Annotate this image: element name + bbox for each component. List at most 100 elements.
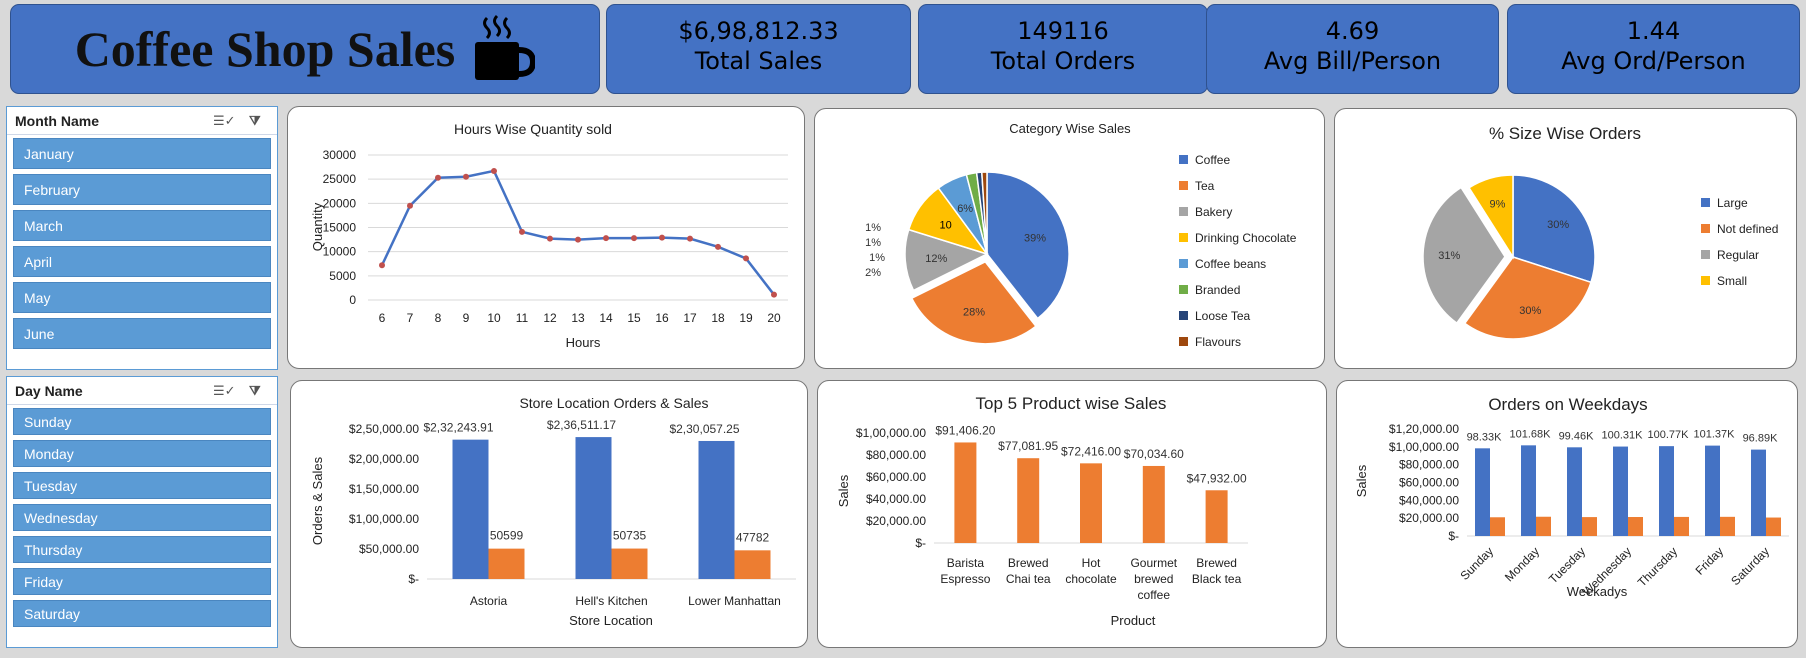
slicer-item-month[interactable]: June <box>13 318 271 349</box>
hours-line-chart: Hours Wise Quantity sold 0 5000 10000 15000 2… <box>310 121 788 350</box>
y-tick-label: $60,000.00 <box>866 470 926 484</box>
data-point <box>715 243 721 250</box>
slicer-item-day[interactable]: Monday <box>13 440 271 467</box>
bar <box>1705 445 1720 536</box>
pie-data-label: 12% <box>925 253 947 265</box>
slicer-item-month[interactable]: February <box>13 174 271 205</box>
chart-title: Hours Wise Quantity sold <box>454 121 612 137</box>
x-tick-label: 8 <box>435 311 442 325</box>
hours-chart-panel: Hours Wise Quantity sold 0 5000 10000 15000 2… <box>287 106 805 369</box>
slicer-title: Month Name <box>15 112 99 129</box>
slicer-item-month[interactable]: January <box>13 138 271 169</box>
bar-data-label: 100.31K <box>1602 430 1644 442</box>
x-tick-label: 7 <box>407 311 414 325</box>
bar-data-label: 101.37K <box>1694 429 1736 441</box>
legend-label: Small <box>1717 274 1747 288</box>
legend-label: Regular <box>1717 248 1759 262</box>
bar-data-label: 96.89K <box>1743 433 1779 445</box>
slicer-item-day[interactable]: Friday <box>13 568 271 595</box>
multi-select-icon[interactable]: ☰✓ <box>213 113 236 129</box>
data-point <box>687 235 693 242</box>
y-tick-label: 0 <box>349 293 356 307</box>
data-point <box>519 228 525 235</box>
slicer-item-day[interactable]: Thursday <box>13 536 271 563</box>
y-tick-label: $20,000.00 <box>866 514 926 528</box>
x-tick-label: Hell's Kitchen <box>575 594 647 608</box>
slicer-item-month[interactable]: April <box>13 246 271 277</box>
pie-data-label: 1% <box>869 252 885 264</box>
store-chart-panel: Store Location Orders & Sales $- $50,000.0… <box>290 380 808 648</box>
data-point <box>743 255 749 262</box>
x-tick-label: 15 <box>627 311 641 325</box>
kpi-label: Total Sales <box>694 47 823 75</box>
x-tick-label: 9 <box>463 311 470 325</box>
slicer-item-day[interactable]: Saturday <box>13 600 271 627</box>
kpi-avg-orders: 1.44 Avg Ord/Person <box>1507 4 1800 94</box>
bar <box>1017 458 1040 543</box>
bar-data-label: $77,081.95 <box>998 439 1058 453</box>
x-tick-label: 6 <box>379 311 386 325</box>
bar <box>1613 446 1628 536</box>
kpi-total-sales: $6,98,812.33 Total Sales <box>606 4 911 94</box>
kpi-value: 1.44 <box>1626 17 1681 45</box>
legend-swatch <box>1179 181 1188 190</box>
bar-data-label: 47782 <box>736 530 770 544</box>
bar <box>1521 445 1536 536</box>
slicer-item-day[interactable]: Sunday <box>13 408 271 435</box>
x-tick-label: Sunday <box>1457 544 1496 583</box>
x-tick-label: Brewed <box>1008 556 1049 570</box>
y-axis-title: Sales <box>836 474 851 507</box>
pie-data-label: 39% <box>1024 232 1046 244</box>
data-point <box>575 236 581 243</box>
bar <box>954 442 977 543</box>
legend-label: Tea <box>1195 179 1215 193</box>
y-tick-label: 5000 <box>329 269 356 283</box>
x-tick-label: Barista <box>947 556 985 570</box>
kpi-total-orders: 149116 Total Orders <box>918 4 1208 94</box>
bar-data-label: 98.33K <box>1467 431 1503 443</box>
pie-data-label: 28% <box>963 306 985 318</box>
y-axis-title: Quantity <box>310 202 325 251</box>
kpi-label: Total Orders <box>990 47 1136 75</box>
x-tick-label: Black tea <box>1192 572 1242 586</box>
bar <box>488 548 525 579</box>
bar <box>575 437 612 579</box>
multi-select-icon[interactable]: ☰✓ <box>213 383 236 399</box>
data-point <box>771 291 777 298</box>
bar <box>1536 516 1551 536</box>
x-tick-label: Tuesday <box>1546 544 1588 586</box>
kpi-label: Avg Ord/Person <box>1561 47 1746 75</box>
y-tick-label: 15000 <box>323 221 357 235</box>
slicer-item-month[interactable]: March <box>13 210 271 241</box>
data-point <box>631 235 637 242</box>
pie-data-label: 30% <box>1519 305 1541 317</box>
clear-filter-icon[interactable]: ⧩ <box>249 113 261 129</box>
legend-swatch <box>1701 276 1710 285</box>
y-tick-label: $80,000.00 <box>866 448 926 462</box>
x-tick-label: 20 <box>767 311 781 325</box>
bar <box>611 548 648 579</box>
slicer-item-day[interactable]: Wednesday <box>13 504 271 531</box>
coffee-cup-icon <box>475 14 536 80</box>
slicer-item-month[interactable]: May <box>13 282 271 313</box>
category-pie-chart: Category Wise Sales 39% 28% 12% 10 6% 2% 1% 1% 1%… <box>865 121 1297 349</box>
chart-title: Category Wise Sales <box>1009 121 1131 136</box>
top5-bar-chart: Top 5 Product wise Sales $- $20,000.00 $40,… <box>836 394 1248 628</box>
data-point <box>491 167 497 174</box>
bar <box>698 440 735 579</box>
y-tick-label: $40,000.00 <box>1399 493 1459 507</box>
y-tick-label: 25000 <box>323 172 357 186</box>
y-tick-label: 30000 <box>323 148 357 162</box>
kpi-avg-bill: 4.69 Avg Bill/Person <box>1206 4 1499 94</box>
x-tick-label: Saturday <box>1728 544 1772 588</box>
bar-data-label: $91,406.20 <box>935 423 995 437</box>
bar-data-label: 50599 <box>490 529 524 543</box>
y-tick-label: $- <box>408 572 419 586</box>
clear-filter-icon[interactable]: ⧩ <box>249 383 261 399</box>
bar <box>734 550 771 579</box>
bar <box>1142 465 1165 543</box>
pie-data-label: 6% <box>957 203 973 215</box>
slicer-item-day[interactable]: Tuesday <box>13 472 271 499</box>
bar-data-label: $2,36,511.17 <box>547 418 617 432</box>
x-axis-title: Hours <box>566 335 601 350</box>
